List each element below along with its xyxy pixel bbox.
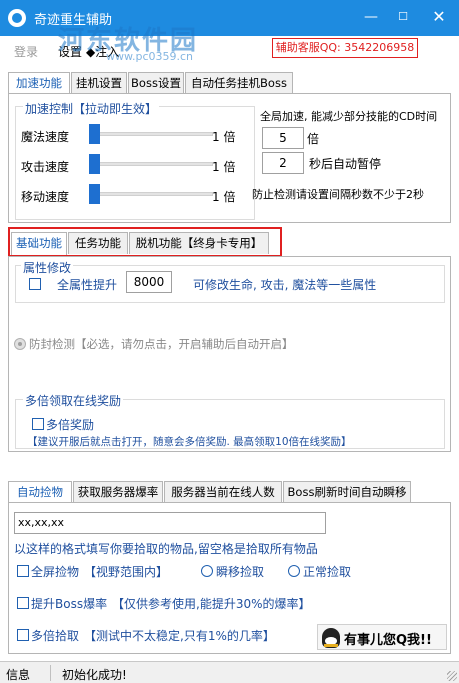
- status-divider: [50, 665, 51, 681]
- status-bar: 信息 初始化成功!: [0, 661, 459, 683]
- qq-contact-button[interactable]: 有事儿您Q我!!: [317, 624, 447, 650]
- tab-idle-settings[interactable]: 挂机设置: [71, 72, 127, 94]
- multi-pickup-note: 【测试中不太稳定,只有1%的几率】: [84, 629, 275, 643]
- anti-ban-radio[interactable]: [14, 338, 26, 350]
- attribute-value-input[interactable]: 8000: [126, 271, 172, 293]
- normal-pickup-radio[interactable]: [288, 565, 300, 577]
- pickup-hint: 以这样的格式填写你要拾取的物品,留空格是拾取所有物品: [14, 542, 318, 556]
- multi-reward-label: 多倍奖励: [46, 418, 95, 432]
- tab-boss-settings[interactable]: Boss设置: [128, 72, 184, 94]
- app-icon: [8, 9, 26, 27]
- multi-reward-checkbox[interactable]: [32, 418, 44, 430]
- slider-label: 攻击速度: [21, 160, 70, 174]
- qq-contact-text: 有事儿您Q我!!: [344, 633, 432, 648]
- slider-label: 移动速度: [21, 190, 70, 204]
- speed-panel: 加速控制【拉动即生效】 魔法速度 1 倍 攻击速度 1 倍 移动速度 1 倍 全…: [8, 93, 451, 223]
- anti-ban-label: 防封检测【必选，请勿点击，开启辅助后自动开启】: [29, 337, 294, 351]
- resize-grip-icon[interactable]: [447, 671, 457, 681]
- pickup-items-input[interactable]: xx,xx,xx: [14, 512, 326, 534]
- boss-drop-label: 提升Boss爆率: [31, 597, 108, 611]
- qq-penguin-icon: [322, 628, 340, 648]
- maximize-icon[interactable]: ☐: [388, 4, 418, 30]
- speed-group-title: 加速控制【拉动即生效】: [23, 100, 160, 117]
- attributes-description: 可修改生命, 攻击, 魔法等一些属性: [193, 278, 377, 292]
- close-icon[interactable]: ✕: [424, 4, 454, 30]
- minimize-icon[interactable]: —: [356, 4, 386, 30]
- support-qq-label: 辅助客服QQ: 3542206958: [272, 38, 418, 58]
- global-multiplier-input[interactable]: 5: [262, 127, 304, 149]
- tab-boss-teleport[interactable]: Boss刷新时间自动瞬移: [283, 481, 411, 503]
- attributes-group-title: 属性修改: [21, 259, 74, 276]
- global-multiplier-unit: 倍: [307, 132, 320, 146]
- tab-auto-task-boss[interactable]: 自动任务挂机Boss: [185, 72, 293, 94]
- fullscreen-pickup-label: 全屏捡物: [31, 565, 80, 579]
- normal-pickup-label: 正常捡取: [303, 565, 352, 579]
- basic-panel: 属性修改 全属性提升 8000 可修改生命, 攻击, 魔法等一些属性 防封检测【…: [8, 256, 451, 452]
- fullscreen-pickup-checkbox[interactable]: [17, 565, 29, 577]
- slider-value: 1 倍: [212, 130, 236, 144]
- global-speed-title: 全局加速, 能减少部分技能的CD时间: [260, 110, 438, 123]
- boss-drop-checkbox[interactable]: [17, 597, 29, 609]
- boss-drop-note: 【仅供参考使用,能提升30%的爆率】: [112, 597, 311, 611]
- slider-value: 1 倍: [212, 160, 236, 174]
- tab-online-count[interactable]: 服务器当前在线人数: [164, 481, 282, 503]
- menu-login[interactable]: 登录: [14, 43, 38, 60]
- all-attributes-checkbox[interactable]: [29, 278, 41, 290]
- move-speed-thumb[interactable]: [89, 184, 100, 204]
- attack-speed-slider[interactable]: [95, 162, 213, 166]
- tab-auto-pickup[interactable]: 自动捡物: [8, 481, 72, 504]
- multi-reward-note: 【建议开服后就点击打开，随意会多倍奖励. 最高领取10倍在线奖励】: [27, 436, 352, 448]
- all-attributes-label: 全属性提升: [57, 278, 118, 292]
- status-label: 信息: [6, 668, 31, 682]
- move-speed-slider[interactable]: [95, 192, 213, 196]
- pause-seconds-input[interactable]: 2: [262, 152, 304, 174]
- multi-reward-group-title: 多倍领取在线奖励: [23, 392, 124, 409]
- multi-pickup-checkbox[interactable]: [17, 629, 29, 641]
- slider-value: 1 倍: [212, 190, 236, 204]
- fullscreen-pickup-note: 【视野范围内】: [84, 565, 169, 579]
- interval-warning: 防止检测请设置间隔秒数不少于2秒: [252, 188, 424, 201]
- status-message: 初始化成功!: [62, 668, 127, 682]
- teleport-pickup-radio[interactable]: [201, 565, 213, 577]
- watermark-url: www.pc0359.cn: [106, 50, 194, 63]
- attack-speed-thumb[interactable]: [89, 154, 100, 174]
- pause-seconds-label: 秒后自动暂停: [309, 157, 382, 171]
- highlight-box: [8, 227, 282, 257]
- magic-speed-thumb[interactable]: [89, 124, 100, 144]
- tab-drop-rate[interactable]: 获取服务器爆率: [73, 481, 163, 503]
- tab-speed[interactable]: 加速功能: [8, 72, 70, 95]
- multi-pickup-label: 多倍拾取: [31, 629, 80, 643]
- teleport-pickup-label: 瞬移捡取: [216, 565, 265, 579]
- magic-speed-slider[interactable]: [95, 132, 213, 136]
- slider-label: 魔法速度: [21, 130, 70, 144]
